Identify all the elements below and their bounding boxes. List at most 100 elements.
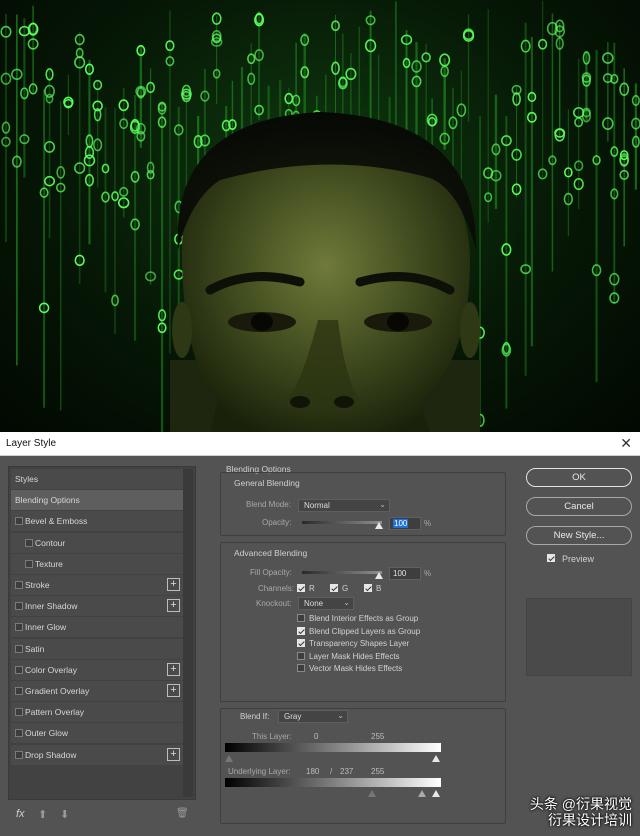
style-item-label: Contour [35,537,66,548]
style-item-checkbox[interactable] [15,687,23,695]
this-layer-label: This Layer: [252,732,292,741]
add-effect-plus-icon[interactable]: + [167,599,180,613]
blend-if-label: Blend If: [240,712,270,721]
style-item-label: Inner Shadow [25,601,78,612]
style-item-checkbox[interactable] [15,729,23,738]
advanced-option-checkbox[interactable] [297,626,305,635]
ok-button[interactable]: OK [526,468,632,487]
dialog-body: Styles Blending Options Bevel & Emboss Cont… [0,456,640,836]
channel-r-label: R [309,584,315,593]
channel-b-checkbox[interactable] [364,584,372,592]
styles-list-scrollbar[interactable] [183,469,193,797]
move-down-icon[interactable]: ⬇ [60,808,69,821]
style-item-styles[interactable]: Styles [11,469,183,489]
advanced-blending-header: Advanced Blending [234,548,308,558]
style-item-checkbox[interactable] [15,602,23,611]
advanced-option-checkbox[interactable] [297,664,305,673]
this-layer-high-thumb[interactable] [432,755,440,762]
advanced-option-label: Vector Mask Hides Effects [309,664,403,674]
opacity-slider[interactable] [302,521,382,524]
style-item-outer-glow[interactable]: Outer Glow [11,723,183,744]
chevron-down-icon: ⌄ [343,598,350,607]
advanced-option-checkbox[interactable] [297,651,305,660]
style-item-blending-options[interactable]: Blending Options [11,490,183,511]
style-item-label: Inner Glow [25,622,67,633]
advanced-option-checkbox[interactable] [297,614,305,622]
style-item-inner-glow[interactable]: Inner Glow [11,617,183,638]
blend-if-group [220,708,506,824]
underlying-mid-thumb[interactable] [418,790,426,797]
channel-r-checkbox[interactable] [297,584,305,592]
trash-icon[interactable]: 🗑 [176,808,189,819]
style-item-gradient-overlay[interactable]: Gradient Overlay + [11,681,183,701]
style-item-checkbox[interactable] [15,623,23,632]
add-effect-plus-icon[interactable]: + [167,578,180,591]
style-item-checkbox[interactable] [15,665,23,674]
blend-mode-select[interactable]: Normal ⌄ [298,499,390,512]
this-layer-low-value: 0 [314,732,319,741]
style-item-label: Bevel & Emboss [25,516,88,527]
channel-g-label: G [342,584,349,593]
fill-opacity-input[interactable]: 100 [389,567,421,580]
style-item-checkbox[interactable] [15,581,23,589]
advanced-option-checkbox[interactable] [297,639,305,648]
underlying-low-value: 180 [306,767,320,776]
style-item-bevel-emboss[interactable]: Bevel & Emboss [11,511,183,532]
style-item-checkbox[interactable] [25,538,33,547]
styles-list: Styles Blending Options Bevel & Emboss Cont… [8,466,196,800]
channel-g-checkbox[interactable] [330,584,338,592]
add-effect-plus-icon[interactable]: + [167,684,180,697]
knockout-label: Knockout: [256,599,292,608]
blending-options-panel: Blending Options General Blending Blend … [218,462,508,828]
style-item-label: Stroke [25,580,50,590]
add-effect-plus-icon[interactable]: + [167,747,180,761]
dialog-titlebar[interactable]: Layer Style ✕ [0,432,640,456]
underlying-layer-gradient-bar [225,778,441,787]
new-style-button[interactable]: New Style... [526,526,632,545]
style-item-color-overlay[interactable]: Color Overlay + [11,659,183,680]
advanced-option-label: Blend Interior Effects as Group [309,614,419,623]
layer-style-dialog: Layer Style ✕ Styles Blending Options Beve… [0,432,640,836]
this-layer-gradient-bar [225,743,441,752]
blend-mode-label: Blend Mode: [246,500,291,509]
styles-list-footer: fx ⬆ ⬇ 🗑 [8,804,196,828]
style-item-pattern-overlay[interactable]: Pattern Overlay [11,702,183,723]
fx-icon[interactable]: fx [16,808,25,820]
cancel-button[interactable]: Cancel [526,497,632,516]
underlying-separator: / [330,767,333,776]
style-item-drop-shadow[interactable]: Drop Shadow + [11,744,183,765]
channels-label: Channels: [258,584,295,593]
style-item-stroke[interactable]: Stroke + [11,575,183,595]
opacity-unit: % [424,519,432,528]
style-item-satin[interactable]: Satin [11,638,183,659]
style-item-checkbox[interactable] [15,708,23,717]
style-item-checkbox[interactable] [25,559,33,568]
style-item-label: Pattern Overlay [25,707,85,718]
style-item-checkbox[interactable] [15,517,23,526]
blend-if-select[interactable]: Gray ⌄ [278,710,348,723]
underlying-low-thumb[interactable] [368,790,376,797]
underlying-layer-label: Underlying Layer: [228,767,291,776]
style-item-checkbox[interactable] [15,644,23,653]
channel-b-label: B [376,584,382,593]
opacity-input[interactable]: 100 [389,517,421,530]
style-item-label: Gradient Overlay [25,686,90,696]
style-item-label: Color Overlay [25,664,77,675]
style-item-texture[interactable]: Texture [11,553,183,574]
move-up-icon[interactable]: ⬆ [38,808,47,821]
opacity-slider-thumb[interactable] [375,522,383,529]
fill-opacity-slider[interactable] [302,571,382,574]
preview-checkbox[interactable] [547,554,555,562]
style-item-contour[interactable]: Contour [11,532,183,553]
knockout-select[interactable]: None ⌄ [298,597,354,610]
fill-opacity-slider-thumb[interactable] [375,572,383,579]
underlying-high-thumb[interactable] [432,790,440,797]
style-item-checkbox[interactable] [15,750,23,759]
add-effect-plus-icon[interactable]: + [167,662,180,676]
this-layer-low-thumb[interactable] [225,755,233,762]
general-blending-header: General Blending [234,478,300,488]
watermark-line-2: 衍果设计培训 [548,812,632,828]
close-icon[interactable]: ✕ [620,435,632,452]
chevron-down-icon: ⌄ [337,711,344,720]
style-item-inner-shadow[interactable]: Inner Shadow + [11,596,183,617]
